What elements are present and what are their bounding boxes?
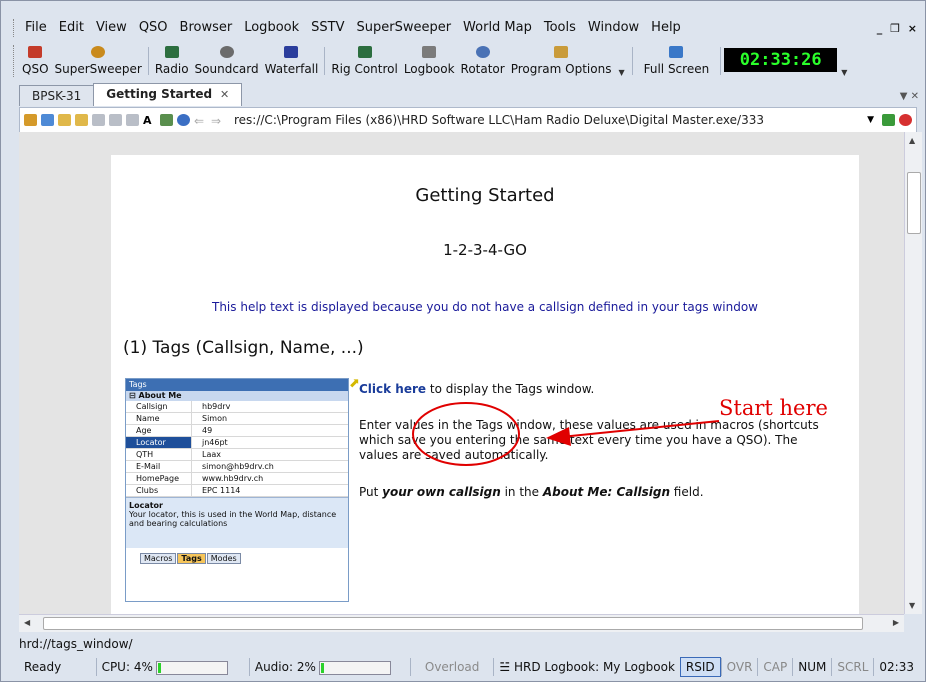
audio-label: Audio: 2% [254,660,316,674]
audio-status: Audio: 2% [248,658,396,676]
cpu-meter [155,660,228,675]
audio-meter-fill [320,662,324,673]
overload-indicator: Overload [409,658,494,676]
status-ready: Ready [24,660,62,674]
annotation-circle [412,402,520,466]
vertical-scrollbar[interactable]: ▲ ▼ [904,132,922,614]
audio-meter [318,660,391,675]
annotation-arrowhead [546,427,571,446]
status-bar: Ready CPU: 4% Audio: 2% Overload ☱ HRD L… [19,656,919,678]
cap-indicator: CAP [757,658,792,676]
ovr-indicator: OVR [720,658,758,676]
cpu-label: CPU: 4% [101,660,153,674]
scroll-up-icon[interactable]: ▲ [909,136,915,145]
horizontal-scroll-thumb[interactable] [43,617,863,630]
scroll-right-icon[interactable]: ▶ [893,618,899,627]
horizontal-scrollbar[interactable]: ◀ ▶ [19,614,904,632]
logbook-status[interactable]: ☱ HRD Logbook: My Logbook [493,658,680,676]
logbook-status-label: HRD Logbook: My Logbook [513,660,675,674]
cpu-meter-fill [157,662,161,673]
status-time: 02:33 [873,658,919,676]
start-here-annotation: Start here [719,396,828,420]
logbook-icon: ☱ [499,660,511,674]
scroll-down-icon[interactable]: ▼ [909,601,915,610]
cpu-status: CPU: 4% [95,658,233,676]
scroll-left-icon[interactable]: ◀ [24,618,30,627]
rsid-indicator[interactable]: RSID [679,657,721,677]
link-preview: hrd://tags_window/ [19,637,133,651]
scrl-indicator: SCRL [831,658,873,676]
num-indicator: NUM [792,658,831,676]
annotation-arrow-shaft [560,420,720,438]
vertical-scroll-thumb[interactable] [907,172,921,234]
app-window: File Edit View QSO Browser Logbook SSTV … [0,0,926,682]
annotation-overlay [412,402,720,466]
